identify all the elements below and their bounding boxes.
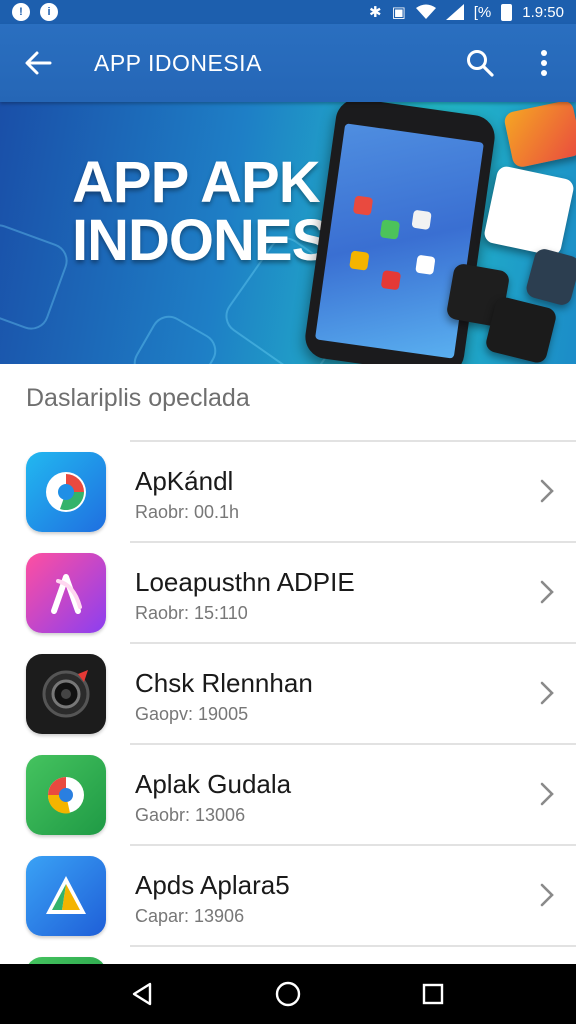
app-icon-blue-swirl xyxy=(26,452,106,532)
list-item[interactable]: Apds Aplara5 Capar: 13906 xyxy=(0,844,576,945)
bluetooth-icon: ✱ xyxy=(369,3,382,21)
nfc-icon: ▣ xyxy=(391,3,406,21)
floating-app-tile xyxy=(502,102,576,169)
app-meta: Raobr: 15:110 xyxy=(135,603,248,623)
divider xyxy=(130,844,576,846)
app-name: Chsk Rlennhan xyxy=(135,668,313,698)
app-meta: Gaopv: 19005 xyxy=(135,704,249,724)
chevron-right-icon xyxy=(540,580,554,604)
floating-app-tile xyxy=(482,164,576,258)
list-item[interactable] xyxy=(0,945,576,964)
more-vert-icon xyxy=(541,50,547,76)
more-options-button[interactable] xyxy=(512,24,576,102)
notification-icon: ! xyxy=(12,3,30,21)
mini-app-icon xyxy=(411,209,432,231)
chevron-right-icon xyxy=(540,479,554,503)
app-name: ApKándl xyxy=(135,466,234,496)
search-button[interactable] xyxy=(448,24,512,102)
section-header: Daslariplis opeclada xyxy=(26,384,250,412)
mini-app-icon xyxy=(352,195,374,216)
divider xyxy=(130,440,576,442)
mini-app-icon xyxy=(379,219,401,240)
chevron-right-icon xyxy=(540,681,554,705)
list-item[interactable]: Aplak Gudala Gaobr: 13006 xyxy=(0,743,576,844)
mini-app-icon xyxy=(349,250,370,271)
list-item[interactable]: Chsk Rlennhan Gaopv: 19005 xyxy=(0,642,576,743)
phone-illustration xyxy=(302,102,498,364)
divider xyxy=(130,642,576,644)
battery-icon xyxy=(501,3,513,21)
battery-percent: [% xyxy=(473,3,492,21)
app-meta: Capar: 13906 xyxy=(135,906,245,926)
list-item[interactable]: ApKándl Raobr: 00.1h xyxy=(0,440,576,541)
app-icon-green xyxy=(26,755,106,835)
mini-app-icon xyxy=(415,254,436,275)
phone-screen xyxy=(314,123,484,359)
hero-banner: APP APK INDONESIA xyxy=(0,102,576,364)
nav-home-icon xyxy=(275,981,301,1007)
chevron-right-icon xyxy=(540,883,554,907)
divider xyxy=(130,945,576,947)
status-time: 1.9:50 xyxy=(522,3,564,21)
status-bar: ! i ✱ ▣ [% 1.9:50 xyxy=(0,0,576,24)
arrow-left-icon xyxy=(25,51,52,75)
nav-recents-button[interactable] xyxy=(403,964,463,1024)
nav-recents-icon xyxy=(423,983,444,1005)
app-name: Loeapusthn ADPIE xyxy=(135,567,355,597)
nav-back-button[interactable] xyxy=(113,964,173,1024)
page-title: APP IDONESIA xyxy=(94,49,262,76)
app-icon-blue-triangle xyxy=(26,856,106,936)
divider xyxy=(130,743,576,745)
banner-decoration xyxy=(127,309,223,364)
app-icon-magenta xyxy=(26,553,106,633)
status-right-icons: ✱ ▣ [% 1.9:50 xyxy=(369,3,564,21)
nav-back-icon xyxy=(132,982,151,1006)
list-item[interactable]: Loeapusthn ADPIE Raobr: 15:110 xyxy=(0,541,576,642)
status-left-icons: ! i xyxy=(12,3,58,21)
banner-decoration xyxy=(0,219,73,335)
app-name: Apds Aplara5 xyxy=(135,870,290,900)
notification-icon: i xyxy=(40,3,58,21)
system-nav-bar xyxy=(0,964,576,1024)
floating-app-tile xyxy=(524,246,576,308)
app-name: Aplak Gudala xyxy=(135,769,292,799)
app-bar: APP IDONESIA xyxy=(0,24,576,102)
app-meta: Raobr: 00.1h xyxy=(135,502,240,522)
chevron-right-icon xyxy=(540,782,554,806)
signal-icon xyxy=(445,4,464,20)
divider xyxy=(130,541,576,543)
search-icon xyxy=(467,50,494,77)
wifi-icon xyxy=(415,4,436,19)
back-button[interactable] xyxy=(0,24,76,102)
app-meta: Gaobr: 13006 xyxy=(135,805,246,825)
app-icon-partial xyxy=(26,957,106,964)
app-icon-camera xyxy=(26,654,106,734)
nav-home-button[interactable] xyxy=(258,964,318,1024)
floating-app-tile xyxy=(484,295,558,364)
mini-app-icon xyxy=(380,269,402,291)
